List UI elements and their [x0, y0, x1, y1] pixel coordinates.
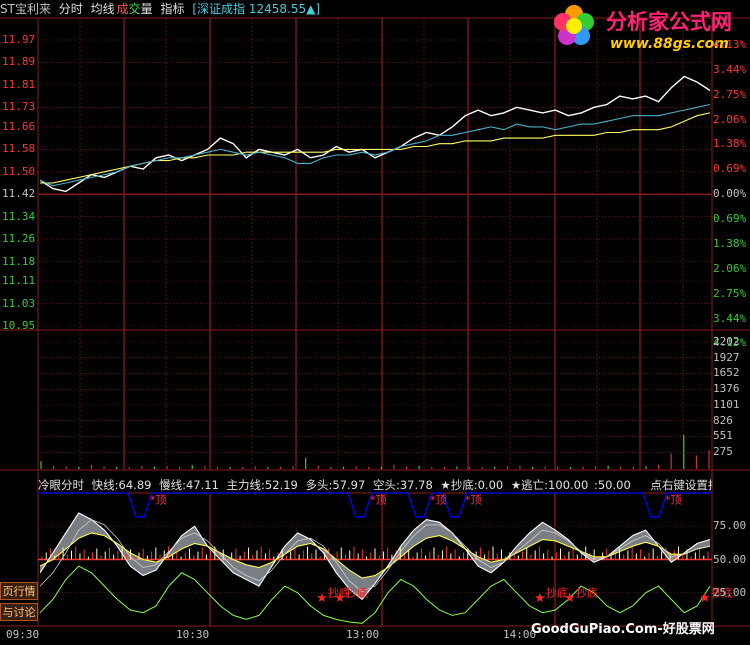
top-signal-label: *顶 [150, 494, 167, 507]
indicator-tick-label: 50.00 [713, 552, 747, 566]
volume-bars [40, 434, 710, 469]
settings-hint[interactable]: 点右键设置指标 [650, 478, 713, 492]
tab-chengjiao-1[interactable]: 成 [117, 2, 129, 16]
top-signal-label: *顶 [430, 494, 447, 507]
top-signal-label: *顶 [370, 494, 387, 507]
bottom-star: ★ [316, 591, 328, 606]
fifty-value: :50.00 [593, 478, 631, 492]
volume-tick-label: 275 [713, 445, 733, 459]
tab-zhibiao[interactable]: 指标 [161, 2, 185, 16]
indicator-tick-label: 25.00 [713, 585, 747, 599]
time-label-1030: 10:30 [176, 628, 210, 641]
side-tab-quote[interactable]: 页行情 [0, 582, 38, 600]
top-signal-label: *顶 [465, 494, 482, 507]
volume-tick-label: 1376 [713, 382, 740, 396]
bottom-line [39, 565, 711, 624]
time-label-0930: 09:30 [6, 628, 40, 641]
indicator-header: 冷眼分时 快线:64.89 慢线:47.11 主力线:52.19 多头:57.9… [38, 477, 713, 493]
index-quote[interactable]: [深证成指 12458.55▲] [192, 2, 320, 16]
bottom-value: ★抄底:0.00 [440, 478, 504, 492]
volume-tick-label: 826 [713, 413, 733, 427]
percent-tick-label: 2.06% [713, 261, 747, 275]
percent-tick-label: 2.75% [713, 286, 747, 300]
percent-tick-label: 3.44% [713, 62, 747, 76]
indicator-name[interactable]: 冷眼分时 [38, 478, 84, 492]
percent-tick-label: 2.75% [713, 87, 747, 101]
percent-tick-label: 2.06% [713, 112, 747, 126]
price-tick-label: 11.11 [2, 274, 36, 288]
escape-value: ★逃亡:100.00 [510, 478, 589, 492]
volume-tick-label: 1927 [713, 350, 740, 364]
price-tick-label: 10.95 [2, 319, 36, 332]
bull-value: 多头:57.97 [305, 478, 366, 492]
price-tick-label: 11.58 [2, 142, 36, 156]
tab-junxian[interactable]: 均线 [91, 2, 115, 16]
percent-tick-label: 1.38% [713, 236, 747, 250]
price-tick-label: 11.73 [2, 100, 36, 114]
volume-tick-label: 1652 [713, 366, 740, 380]
volume-tick-label: 2202 [713, 335, 740, 348]
price-tick-label: 11.03 [2, 296, 36, 310]
bottom-signal-label: 抄底 [346, 586, 368, 600]
stock-chart[interactable]: *顶 *顶 *顶 *顶 *顶★ 抄底★ 抄底 ★ 抄底★ 抄底 ★ 抄底 [0, 0, 750, 645]
indicator-tick-label: 75.00 [713, 519, 747, 533]
fast-line-value: 快线:64.89 [91, 478, 152, 492]
volume-tick-label: 551 [713, 429, 733, 443]
bottom-star: ★ [534, 591, 546, 606]
logo-url: www.88gs.com [610, 36, 729, 52]
bottom-star: ★ [564, 591, 576, 606]
volume-tick-label: 1101 [713, 398, 740, 411]
bottom-signal-label: 抄底 [576, 586, 598, 600]
tab-chengjiao-3[interactable]: 量 [141, 2, 153, 16]
percent-tick-label: 0.69% [713, 162, 747, 176]
percent-tick-label: 3.44% [713, 311, 747, 325]
price-tick-label: 11.50 [2, 164, 36, 178]
percent-tick-label: 0.69% [713, 212, 747, 226]
percent-tick-label: 4.13% [713, 37, 747, 51]
tab-fenshi[interactable]: 分时 [59, 2, 83, 16]
logo-title: 分析家公式网 [606, 10, 732, 34]
price-tick-label: 11.81 [2, 77, 36, 91]
price-line [39, 75, 711, 193]
price-tick-label: 11.42 [2, 187, 36, 201]
index-line [39, 103, 711, 187]
top-signal-label: *顶 [665, 494, 682, 507]
price-tick-label: 11.26 [2, 232, 36, 246]
tab-chengjiao-2[interactable]: 交 [129, 2, 141, 16]
main-line-value: 主力线:52.19 [226, 478, 298, 492]
price-lines [39, 75, 711, 193]
percent-tick-label: 1.38% [713, 137, 747, 151]
bear-value: 空头:37.78 [372, 478, 433, 492]
price-tick-label: 11.97 [2, 33, 36, 46]
slow-line-value: 慢线:47.11 [159, 478, 219, 492]
average-line [40, 112, 711, 184]
side-tab-discuss[interactable]: 与讨论 [0, 603, 38, 621]
price-tick-label: 11.66 [2, 119, 36, 133]
bottom-star: ★ [699, 591, 711, 606]
price-tick-label: 11.89 [2, 55, 36, 69]
price-tick-label: 11.34 [2, 209, 36, 223]
time-label-1300: 13:00 [346, 628, 380, 641]
price-tick-label: 11.18 [2, 254, 36, 268]
indicator-marks: *顶 *顶 *顶 *顶 *顶★ 抄底★ 抄底 ★ 抄底★ 抄底 ★ 抄底 [150, 494, 733, 606]
percent-tick-label: 0.00% [713, 187, 747, 201]
watermark: GoodGuPiao.Com-好股票网 [531, 622, 715, 637]
bottom-star: ★ [334, 591, 346, 606]
stock-name[interactable]: ST宝利来 [0, 2, 51, 16]
